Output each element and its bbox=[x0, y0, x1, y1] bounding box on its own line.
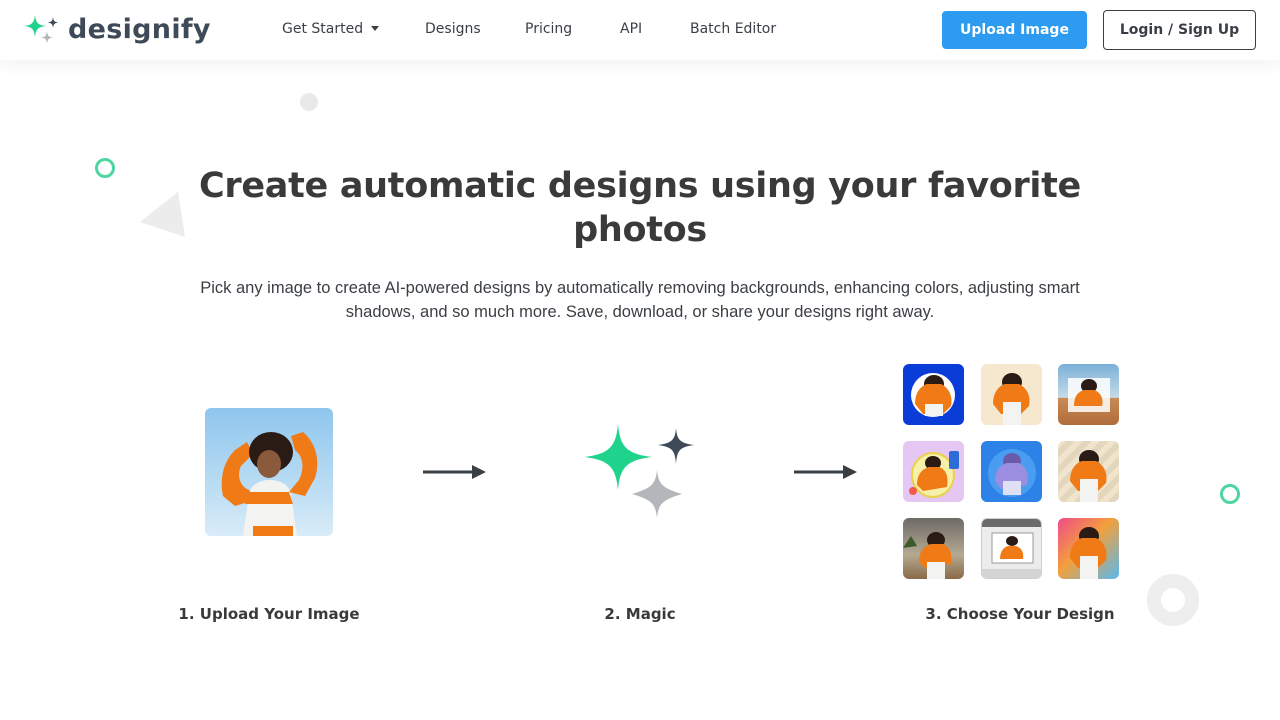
design-thumbnail[interactable] bbox=[981, 518, 1042, 579]
nav-designs[interactable]: Designs bbox=[425, 21, 481, 37]
decorative-ring bbox=[1147, 574, 1199, 626]
person-illustration bbox=[903, 532, 952, 579]
magic-sparkle-icon bbox=[584, 424, 694, 518]
login-signup-button[interactable]: Login / Sign Up bbox=[1103, 10, 1256, 50]
arrow-right-icon bbox=[794, 465, 857, 479]
step-label-upload: 1. Upload Your Image bbox=[178, 605, 360, 623]
decorative-dot bbox=[300, 93, 318, 111]
design-thumbnail[interactable] bbox=[1058, 441, 1119, 502]
design-thumbnail[interactable] bbox=[903, 364, 964, 425]
step-label-magic: 2. Magic bbox=[604, 605, 676, 623]
hero-subtitle: Pick any image to create AI-powered desi… bbox=[200, 279, 1080, 321]
person-illustration bbox=[988, 449, 1036, 497]
decorative-triangle bbox=[140, 192, 185, 237]
top-navbar: designify Get Started Designs Pricing AP… bbox=[0, 0, 1280, 60]
person-illustration bbox=[911, 373, 955, 417]
person-illustration bbox=[909, 451, 959, 498]
nav-batch-editor[interactable]: Batch Editor bbox=[690, 21, 776, 37]
arrow-right-icon bbox=[423, 465, 486, 479]
nav-get-started-label: Get Started bbox=[282, 21, 364, 37]
person-illustration bbox=[1068, 378, 1110, 412]
brand-logo[interactable]: designify bbox=[22, 12, 211, 46]
hero-title: Create automatic designs using your favo… bbox=[199, 166, 1081, 250]
design-thumbnail[interactable] bbox=[981, 364, 1042, 425]
person-illustration bbox=[982, 519, 1041, 578]
sparkle-logo-icon bbox=[24, 15, 59, 44]
design-thumbnail[interactable] bbox=[903, 441, 964, 502]
person-illustration bbox=[221, 432, 318, 536]
person-illustration bbox=[1070, 450, 1107, 502]
person-illustration bbox=[993, 373, 1030, 425]
nav-get-started[interactable]: Get Started bbox=[282, 21, 380, 37]
nav-api[interactable]: API bbox=[620, 21, 642, 37]
upload-image-button[interactable]: Upload Image bbox=[942, 11, 1087, 49]
chevron-down-icon bbox=[371, 25, 380, 31]
design-thumbnail[interactable] bbox=[903, 518, 964, 579]
step-label-choose-design: 3. Choose Your Design bbox=[925, 605, 1115, 623]
brand-name: designify bbox=[68, 13, 211, 45]
uploaded-photo bbox=[205, 408, 333, 536]
nav-pricing[interactable]: Pricing bbox=[525, 21, 572, 37]
person-illustration bbox=[1070, 527, 1107, 579]
design-thumbnail[interactable] bbox=[1058, 518, 1119, 579]
design-thumbnail[interactable] bbox=[981, 441, 1042, 502]
decorative-ring bbox=[1220, 484, 1240, 504]
design-thumbnail[interactable] bbox=[1058, 364, 1119, 425]
decorative-ring bbox=[95, 158, 115, 178]
